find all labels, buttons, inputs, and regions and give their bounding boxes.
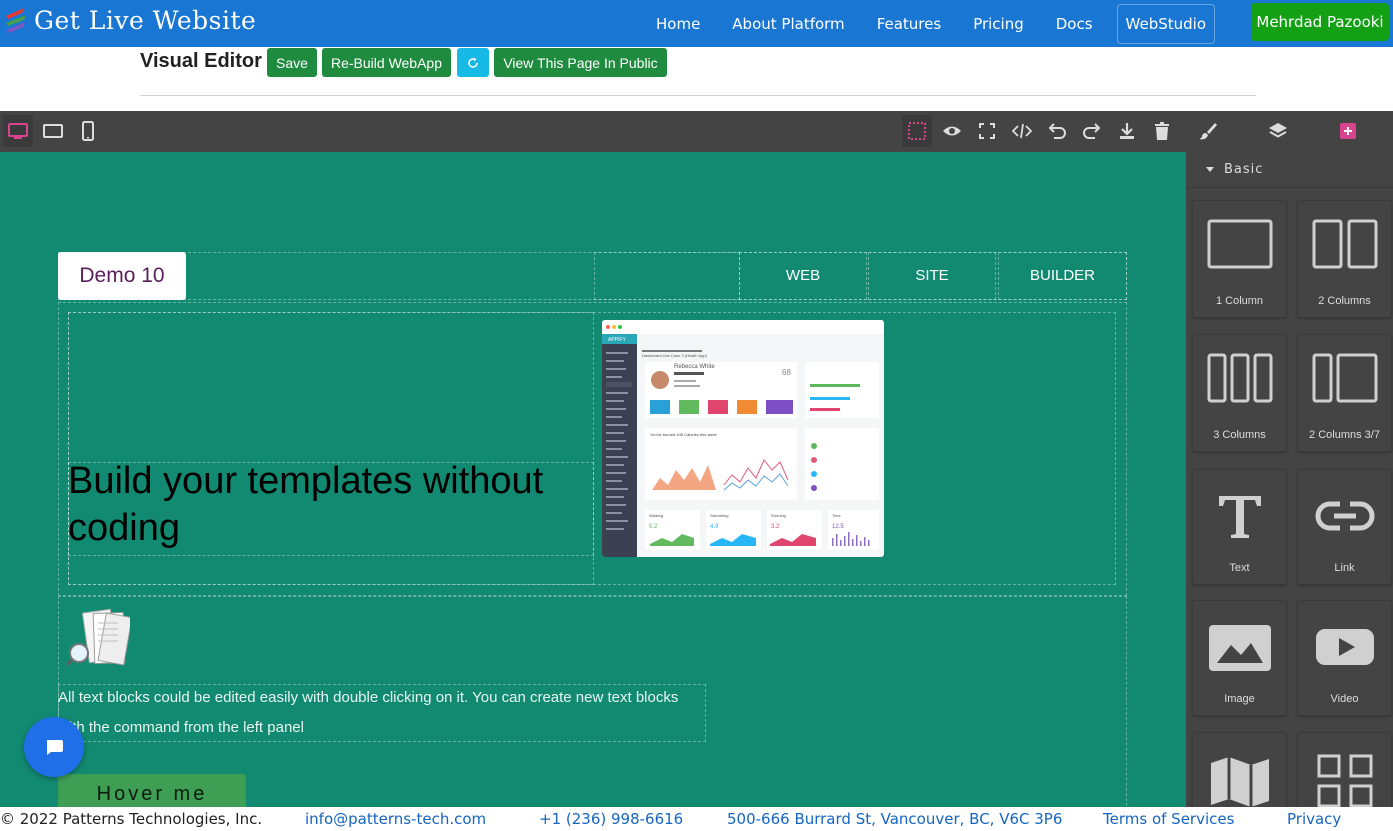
brand[interactable]: Get Live Website [4,6,256,36]
block-label: 2 Columns 3/7 [1309,429,1380,441]
mockup-card-value: 12.5 [832,524,844,530]
block-grid-items[interactable] [1297,732,1392,807]
grid-icon [1317,754,1372,807]
mockup-card-label: Walking [649,513,664,518]
block-image[interactable]: Image [1192,600,1287,716]
category-basic[interactable]: Basic [1186,152,1393,188]
documents-icon[interactable] [64,607,133,667]
demo-logo-box[interactable]: Demo 10 [58,252,186,300]
fullscreen-icon[interactable] [972,115,1002,147]
nav-features[interactable]: Features [877,15,942,33]
desktop-icon[interactable] [3,115,33,147]
layers-icon[interactable] [1263,115,1293,147]
one-column-icon [1207,219,1272,269]
tablet-icon[interactable] [38,115,68,147]
hover-me-button[interactable]: Hover me [58,774,246,807]
rebuild-webapp-button[interactable]: Re-Build WebApp [322,48,451,77]
menu-cell-outline [594,252,740,300]
mockup-page-title: Dashboard Use Case 3 (Health App) [642,353,707,358]
nav-home[interactable]: Home [656,15,700,33]
category-label: Basic [1224,162,1264,177]
footer-email-link[interactable]: info@patterns-tech.com [305,807,486,831]
three-columns-icon [1207,353,1272,403]
block-label: Text [1229,562,1250,574]
nav-webstudio[interactable]: WebStudio [1116,3,1216,44]
block-label: 3 Columns [1213,429,1266,441]
view-public-button[interactable]: View This Page In Public [494,48,667,77]
select-outline-icon[interactable] [902,115,932,147]
block-label: Video [1330,693,1359,705]
mockup-card-label: Swimming [710,513,729,518]
block-2-columns[interactable]: 2 Columns [1297,200,1392,318]
block-2-columns-3-7[interactable]: 2 Columns 3/7 [1297,334,1392,452]
mockup-card-label: Time [832,513,841,518]
redo-icon[interactable] [1077,115,1107,147]
plus-square-icon[interactable] [1333,115,1363,147]
mockup-card-value: 3.2 [771,524,780,530]
canvas-menu-web[interactable]: WEB [739,252,867,298]
editor-canvas[interactable]: Demo 10 WEB SITE BUILDER Build your temp… [0,152,1186,807]
block-label: 2 Columns [1318,295,1371,307]
footer-phone-link[interactable]: +1 (236) 998-6616 [539,807,683,831]
blocks-panel: Basic 1 Column 2 Columns 3 Columns 2 Col… [1186,152,1393,807]
mockup-metric: 68 [782,368,791,377]
mockup-card-label: Running [771,513,786,518]
main-nav: Home About Platform Features Pricing Doc… [640,0,1231,47]
trash-icon[interactable] [1147,115,1177,147]
undo-icon[interactable] [1042,115,1072,147]
dashboard-screenshot-image[interactable]: APPIFY Dashboard Use Case 3 (Health App)… [602,320,884,557]
chat-launcher-button[interactable] [24,717,84,777]
chat-icon [47,740,63,755]
video-icon [1315,629,1374,665]
brush-icon[interactable] [1193,115,1223,147]
block-text[interactable]: Text [1192,469,1287,585]
header-divider [140,95,1256,96]
caret-down-icon [1206,167,1214,172]
mockup-user-name: Rebecca White [674,364,715,370]
code-icon[interactable] [1007,115,1037,147]
mobile-icon[interactable] [73,115,103,147]
mockup-card-value: 4.9 [710,524,719,530]
preview-eye-icon[interactable] [937,115,967,147]
brand-logo-icon [6,8,26,33]
image-icon [1208,625,1271,671]
nav-about-platform[interactable]: About Platform [732,15,844,33]
mockup-card-value: 5.2 [649,524,658,530]
canvas-menu-builder[interactable]: BUILDER [998,252,1127,298]
hero-heading[interactable]: Build your templates without coding [68,458,588,552]
footer-privacy-link[interactable]: Privacy [1287,807,1341,831]
block-map[interactable] [1192,732,1287,807]
mockup-app-name: APPIFY [608,337,626,343]
two-columns-3-7-icon [1312,353,1377,403]
refresh-button[interactable] [457,48,489,77]
mockup-section-title: You've burned 445 Calories this week [650,432,717,437]
download-icon[interactable] [1112,115,1142,147]
footer: © 2022 Patterns Technologies, Inc. info@… [0,807,1393,828]
text-icon [1218,496,1261,538]
nav-docs[interactable]: Docs [1056,15,1093,33]
page-title: Visual Editor [140,50,262,72]
two-columns-icon [1312,219,1377,269]
block-3-columns[interactable]: 3 Columns [1192,334,1287,452]
nav-pricing[interactable]: Pricing [973,15,1024,33]
block-label: 1 Column [1215,295,1264,307]
canvas-menu-site[interactable]: SITE [868,252,996,298]
editor-toolbar [0,111,1393,152]
link-icon [1315,501,1374,531]
brand-name: Get Live Website [34,6,257,35]
top-navbar: Get Live Website Home About Platform Fea… [0,0,1393,47]
save-button[interactable]: Save [267,48,317,77]
block-label: Link [1334,562,1355,574]
footer-address-link[interactable]: 500-666 Burrard St, Vancouver, BC, V6C 3… [727,807,1062,831]
footer-copyright: © 2022 Patterns Technologies, Inc. [0,810,263,828]
block-video[interactable]: Video [1297,600,1392,716]
footer-terms-link[interactable]: Terms of Services [1103,807,1234,831]
refresh-icon [468,57,478,68]
map-icon [1210,757,1269,807]
block-link[interactable]: Link [1297,469,1392,585]
user-menu-button[interactable]: Mehrdad Pazooki [1251,3,1389,41]
block-label: Image [1224,693,1255,705]
body-paragraph[interactable]: All text blocks could be edited easily w… [58,683,706,743]
block-1-column[interactable]: 1 Column [1192,200,1287,318]
